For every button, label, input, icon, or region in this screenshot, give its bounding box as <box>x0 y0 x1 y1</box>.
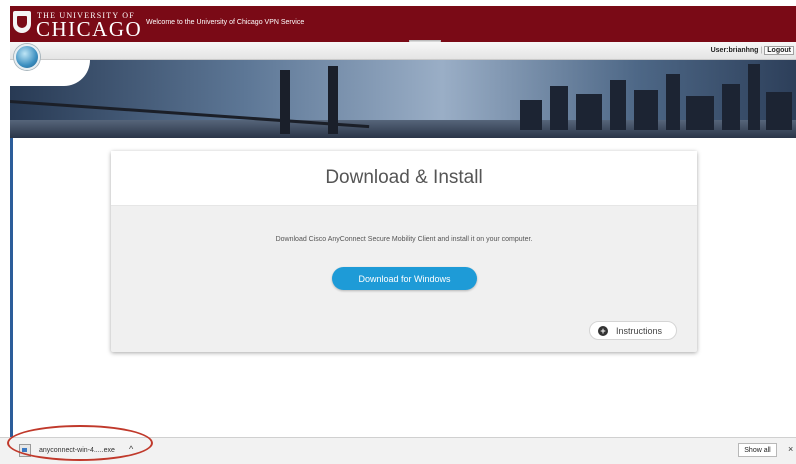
banner-building <box>666 74 680 130</box>
page-left-rail <box>10 138 13 438</box>
university-name: CHICAGO <box>36 17 143 41</box>
card-description: Download Cisco AnyConnect Secure Mobilit… <box>275 236 533 243</box>
username-label: User:brianhng <box>710 47 759 54</box>
city-banner <box>10 60 796 138</box>
banner-bridge-tower <box>328 66 338 134</box>
banner-bridge-tower <box>280 70 290 134</box>
banner-building <box>686 96 714 130</box>
card-title: Download & Install <box>325 167 483 188</box>
banner-building <box>610 80 626 130</box>
banner-building <box>766 92 792 130</box>
banner-building <box>634 90 658 130</box>
banner-building <box>576 94 602 130</box>
instructions-label: Instructions <box>616 325 663 336</box>
banner-building <box>520 100 542 130</box>
university-header: THE UNIVERSITY OF CHICAGO Welcome to the… <box>10 6 796 42</box>
download-card: Download & Install Download Cisco AnyCon… <box>111 151 697 352</box>
close-icon[interactable]: × <box>788 444 793 454</box>
instructions-button[interactable]: + Instructions <box>589 321 677 340</box>
download-for-windows-button[interactable]: Download for Windows <box>332 267 477 290</box>
session-bar <box>10 42 796 60</box>
globe-icon <box>14 44 40 70</box>
banner-building <box>550 86 568 130</box>
plus-circle-icon: + <box>598 325 608 336</box>
show-all-button[interactable]: Show all <box>738 443 777 457</box>
highlight-circle <box>7 425 153 461</box>
user-info: User:brianhng | Logout <box>711 46 794 55</box>
logout-button[interactable]: Logout <box>764 46 794 55</box>
shield-icon <box>13 11 31 33</box>
welcome-text: Welcome to the University of Chicago VPN… <box>146 19 305 26</box>
card-header: Download & Install <box>111 151 697 206</box>
banner-building <box>748 64 760 130</box>
banner-building <box>722 84 740 130</box>
